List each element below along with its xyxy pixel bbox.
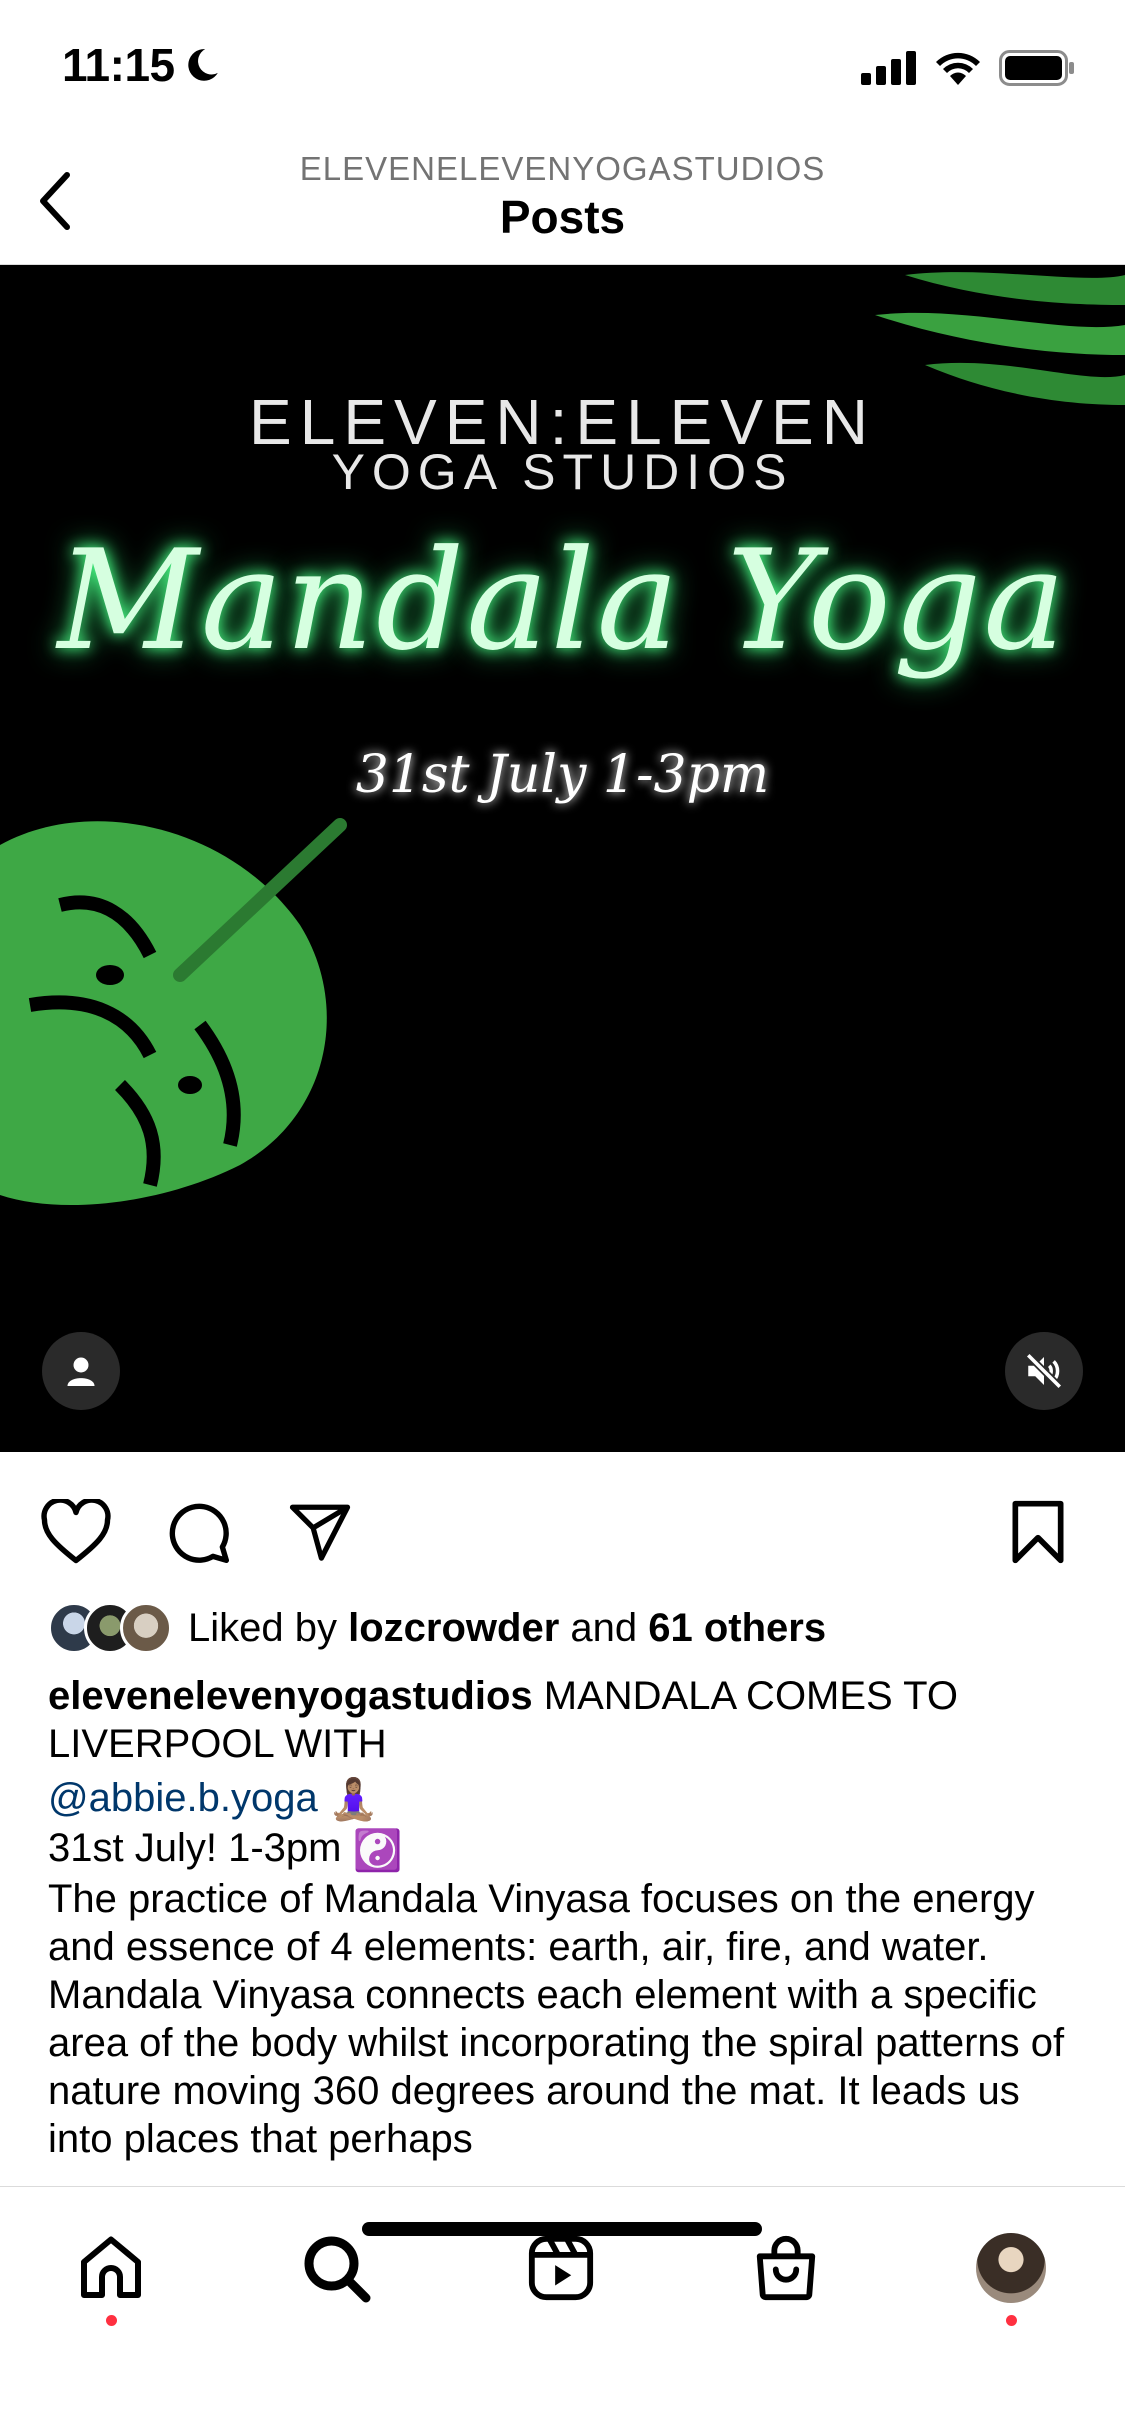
heart-icon (41, 1499, 111, 1564)
moon-icon (187, 49, 218, 81)
post-media[interactable]: ELEVEN:ELEVEN YOGA STUDIOS Mandala Yoga … (0, 265, 1125, 1452)
caption-mention[interactable]: @abbie.b.yoga (48, 1776, 318, 1820)
likes-count[interactable]: 61 others (648, 1606, 826, 1650)
page-title: Posts (499, 191, 626, 243)
tab-home[interactable] (66, 2223, 156, 2313)
shop-icon (756, 2236, 816, 2301)
caption-username[interactable]: elevenelevenyogastudios (48, 1674, 533, 1718)
tagged-users-button[interactable] (42, 1332, 120, 1410)
home-notification-dot (106, 2315, 117, 2326)
brand-name-line2: YOGA STUDIOS (331, 444, 794, 500)
caption-line3: 31st July! 1-3pm ☯️ (48, 1824, 1088, 1874)
caption-line2: @abbie.b.yoga 🧘🏽‍♀️ (48, 1774, 1088, 1824)
event-date: 31st July 1-3pm (355, 745, 770, 805)
post-caption: elevenelevenyogastudios MANDALA COMES TO… (48, 1672, 1088, 2163)
bookmark-icon (1012, 1500, 1064, 1564)
likes-summary[interactable]: Liked by lozcrowder and 61 others (48, 1598, 826, 1658)
header-subtitle: ELEVENELEVENYOGASTUDIOS (299, 150, 826, 187)
profile-avatar (976, 2233, 1046, 2303)
speaker-muted-icon (1025, 1352, 1063, 1390)
status-time: 11:15 (62, 38, 221, 92)
like-button[interactable] (36, 1492, 116, 1572)
monstera-leaf-decoration (0, 818, 347, 1205)
caption-body: The practice of Mandala Vinyasa focuses … (48, 1876, 1065, 2161)
tab-shop[interactable] (741, 2223, 831, 2313)
tab-search[interactable] (291, 2223, 381, 2313)
caption-line1: elevenelevenyogastudios MANDALA COMES TO… (48, 1672, 1088, 1768)
event-title: Mandala Yoga (57, 520, 1068, 681)
profile-notification-dot (1006, 2315, 1017, 2326)
reels-icon (528, 2235, 594, 2301)
caption-date: 31st July! 1-3pm (48, 1826, 342, 1871)
status-bar: 11:15 (0, 0, 1125, 140)
battery-icon (999, 50, 1074, 86)
signal-icon (861, 51, 916, 85)
tab-reels[interactable] (516, 2223, 606, 2313)
caption-mention-emoji: 🧘🏽‍♀️ (328, 1778, 379, 1823)
header: ELEVENELEVENYOGASTUDIOS Posts (0, 140, 1125, 265)
comment-button[interactable] (158, 1492, 238, 1572)
status-icons (861, 50, 1075, 86)
mute-button[interactable] (1005, 1332, 1083, 1410)
tab-profile[interactable] (966, 2223, 1056, 2313)
likes-middle: and (559, 1605, 649, 1650)
caption-date-emoji: ☯️ (352, 1828, 403, 1873)
person-icon (67, 1357, 95, 1386)
likes-prefix: Liked by (188, 1605, 349, 1650)
status-time-text: 11:15 (62, 39, 175, 91)
post-actions (0, 1452, 1125, 1602)
home-icon (81, 2236, 141, 2298)
liker-username[interactable]: lozcrowder (348, 1606, 559, 1650)
liker-avatars (48, 1602, 172, 1654)
avatar (120, 1602, 172, 1654)
send-icon (289, 1504, 351, 1561)
home-indicator (362, 2222, 762, 2236)
search-icon (304, 2236, 371, 2303)
likes-text: Liked by lozcrowder and 61 others (188, 1606, 826, 1651)
save-button[interactable] (998, 1492, 1078, 1572)
comment-icon (169, 1503, 230, 1564)
wifi-icon (936, 52, 980, 85)
share-button[interactable] (280, 1492, 360, 1572)
